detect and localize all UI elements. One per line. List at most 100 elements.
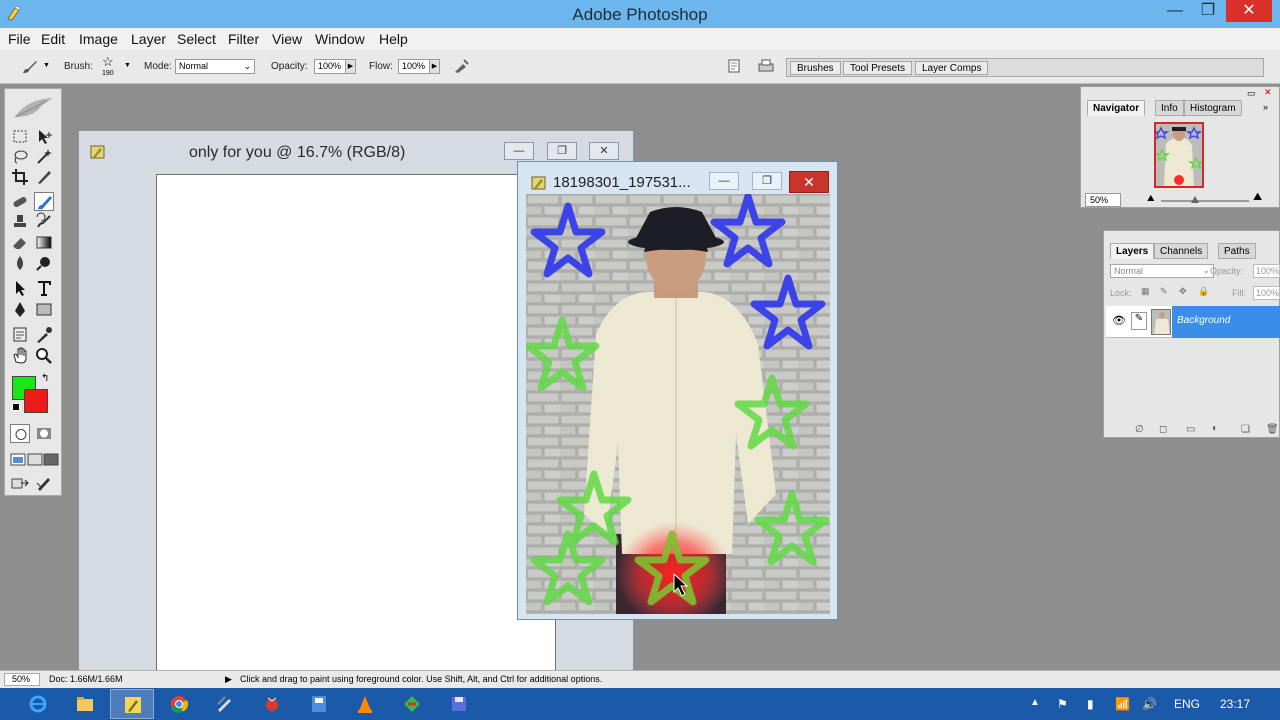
- move-tool[interactable]: [34, 127, 54, 146]
- clone-stamp-tool[interactable]: [10, 212, 30, 231]
- layer-style-icon[interactable]: ∅: [1135, 424, 1144, 435]
- document-minimize-button[interactable]: —: [504, 142, 534, 160]
- action-center-flag-icon[interactable]: ⚑: [1057, 697, 1068, 711]
- quick-mask-button[interactable]: [34, 424, 54, 443]
- layer-opacity-field[interactable]: 100%: [1253, 264, 1280, 278]
- file-explorer-taskbar-icon[interactable]: [63, 689, 107, 719]
- eraser-tool[interactable]: [10, 233, 30, 252]
- tab-channels[interactable]: Channels: [1154, 243, 1209, 259]
- panel-minimize-icon[interactable]: ▭: [1247, 88, 1256, 99]
- tab-info[interactable]: Info: [1155, 100, 1184, 116]
- background-color-swatch[interactable]: [24, 389, 48, 413]
- opacity-field[interactable]: 100%: [314, 59, 346, 74]
- delete-layer-icon[interactable]: 🗑: [1266, 424, 1279, 435]
- new-group-icon[interactable]: ▭: [1186, 424, 1195, 435]
- adjustment-layer-icon[interactable]: ◐: [1212, 423, 1218, 434]
- hand-tool[interactable]: [10, 346, 30, 365]
- floppy-app-taskbar-icon[interactable]: [437, 689, 481, 719]
- default-colors-icon[interactable]: [12, 403, 20, 411]
- pen-tool[interactable]: [10, 300, 30, 319]
- document-maximize-button[interactable]: ❐: [752, 172, 782, 190]
- close-button[interactable]: ✕: [1226, 0, 1272, 22]
- status-zoom-field[interactable]: 50%: [4, 673, 40, 686]
- document-canvas[interactable]: [156, 174, 556, 674]
- menu-help[interactable]: Help: [379, 31, 408, 47]
- eyedropper-tool[interactable]: [34, 325, 54, 344]
- adobe-feather-logo[interactable]: [11, 95, 57, 121]
- type-tool[interactable]: [34, 279, 54, 298]
- menu-view[interactable]: View: [272, 31, 302, 47]
- network-signal-icon[interactable]: 📶: [1115, 697, 1130, 711]
- navigator-thumbnail[interactable]: [1154, 122, 1204, 188]
- magic-wand-tool[interactable]: [34, 147, 54, 166]
- clock-time[interactable]: 23:17: [1220, 697, 1250, 711]
- standard-mode-button[interactable]: [10, 424, 30, 443]
- crop-tool[interactable]: [10, 167, 30, 186]
- airbrush-icon[interactable]: [451, 57, 471, 75]
- panel-menu-icon[interactable]: »: [1263, 102, 1268, 112]
- tab-histogram[interactable]: Histogram: [1184, 100, 1242, 116]
- visibility-eye-icon[interactable]: 👁: [1112, 314, 1126, 327]
- pen-app-taskbar-icon[interactable]: [203, 689, 247, 719]
- tab-paths[interactable]: Paths: [1218, 243, 1256, 259]
- layer-mask-icon[interactable]: ◻: [1159, 424, 1167, 435]
- power-icon[interactable]: ▮: [1087, 697, 1094, 711]
- full-screen-mode-button[interactable]: [41, 450, 59, 469]
- save-app-taskbar-icon[interactable]: [297, 689, 341, 719]
- zoom-out-icon[interactable]: ⛰: [1147, 193, 1155, 204]
- document-window-photo[interactable]: 18198301_197531... — ❐ ✕: [517, 161, 838, 620]
- file-browser-icon[interactable]: [726, 58, 742, 74]
- gradient-tool[interactable]: [34, 233, 54, 252]
- menu-file[interactable]: File: [8, 31, 31, 47]
- menu-select[interactable]: Select: [177, 31, 216, 47]
- opacity-slider-button[interactable]: ▶: [345, 59, 356, 74]
- volume-icon[interactable]: 🔊: [1142, 697, 1157, 711]
- marquee-tool[interactable]: [10, 127, 30, 146]
- full-screen-menu-mode-button[interactable]: [25, 450, 43, 469]
- minimize-button[interactable]: —: [1160, 0, 1190, 24]
- input-language[interactable]: ENG: [1174, 697, 1200, 711]
- document-close-button[interactable]: ✕: [589, 142, 619, 160]
- vlc-taskbar-icon[interactable]: [343, 689, 387, 719]
- show-hidden-icons-icon[interactable]: ▲: [1030, 697, 1040, 708]
- slice-tool[interactable]: [34, 167, 54, 186]
- status-menu-arrow-icon[interactable]: ▶: [225, 674, 232, 685]
- mode-select[interactable]: Normal ⌄: [175, 59, 255, 74]
- dodge-tool[interactable]: [34, 254, 54, 273]
- navigator-zoom-field[interactable]: 50%: [1085, 193, 1121, 207]
- lock-transparency-icon[interactable]: ▦: [1141, 286, 1150, 297]
- brush-dropdown-icon[interactable]: ▼: [124, 62, 131, 69]
- internet-explorer-taskbar-icon[interactable]: [16, 689, 60, 719]
- tab-tool-presets[interactable]: Tool Presets: [843, 61, 913, 75]
- chrome-taskbar-icon[interactable]: [157, 689, 201, 719]
- zoom-in-icon[interactable]: ⛰: [1253, 191, 1262, 204]
- flow-slider-button[interactable]: ▶: [429, 59, 440, 74]
- menu-window[interactable]: Window: [315, 31, 365, 47]
- menu-edit[interactable]: Edit: [41, 31, 65, 47]
- panel-close-icon[interactable]: ✕: [1264, 87, 1272, 98]
- navigator-slider-thumb[interactable]: [1191, 195, 1199, 203]
- imageready-icon[interactable]: [34, 474, 54, 493]
- media-app-taskbar-icon[interactable]: [250, 689, 294, 719]
- tab-layer-comps[interactable]: Layer Comps: [915, 61, 989, 75]
- lock-pixels-icon[interactable]: ✎: [1160, 286, 1168, 297]
- jump-to-imageready-button[interactable]: [10, 474, 30, 493]
- lock-position-icon[interactable]: ✥: [1179, 286, 1187, 297]
- lock-all-icon[interactable]: 🔒: [1198, 286, 1209, 297]
- zoom-tool[interactable]: [34, 346, 54, 365]
- history-brush-tool[interactable]: [34, 212, 54, 231]
- navigator-zoom-slider[interactable]: [1161, 200, 1249, 202]
- document-maximize-button[interactable]: ❐: [547, 142, 577, 160]
- photoshop-taskbar-icon[interactable]: [110, 689, 154, 719]
- blend-mode-select[interactable]: Normal ⌄: [1110, 264, 1214, 278]
- document-close-button[interactable]: ✕: [789, 171, 829, 193]
- maximize-button[interactable]: ❐: [1193, 0, 1223, 24]
- menu-layer[interactable]: Layer: [131, 31, 166, 47]
- brush-shape-icon[interactable]: ☆: [102, 54, 114, 70]
- layer-row-background[interactable]: 👁 ✎ Background: [1106, 306, 1280, 338]
- toggle-palettes-icon[interactable]: [757, 58, 775, 74]
- flow-field[interactable]: 100%: [398, 59, 430, 74]
- tab-brushes[interactable]: Brushes: [790, 61, 841, 75]
- notes-tool[interactable]: [10, 325, 30, 344]
- tab-layers[interactable]: Layers: [1110, 243, 1155, 259]
